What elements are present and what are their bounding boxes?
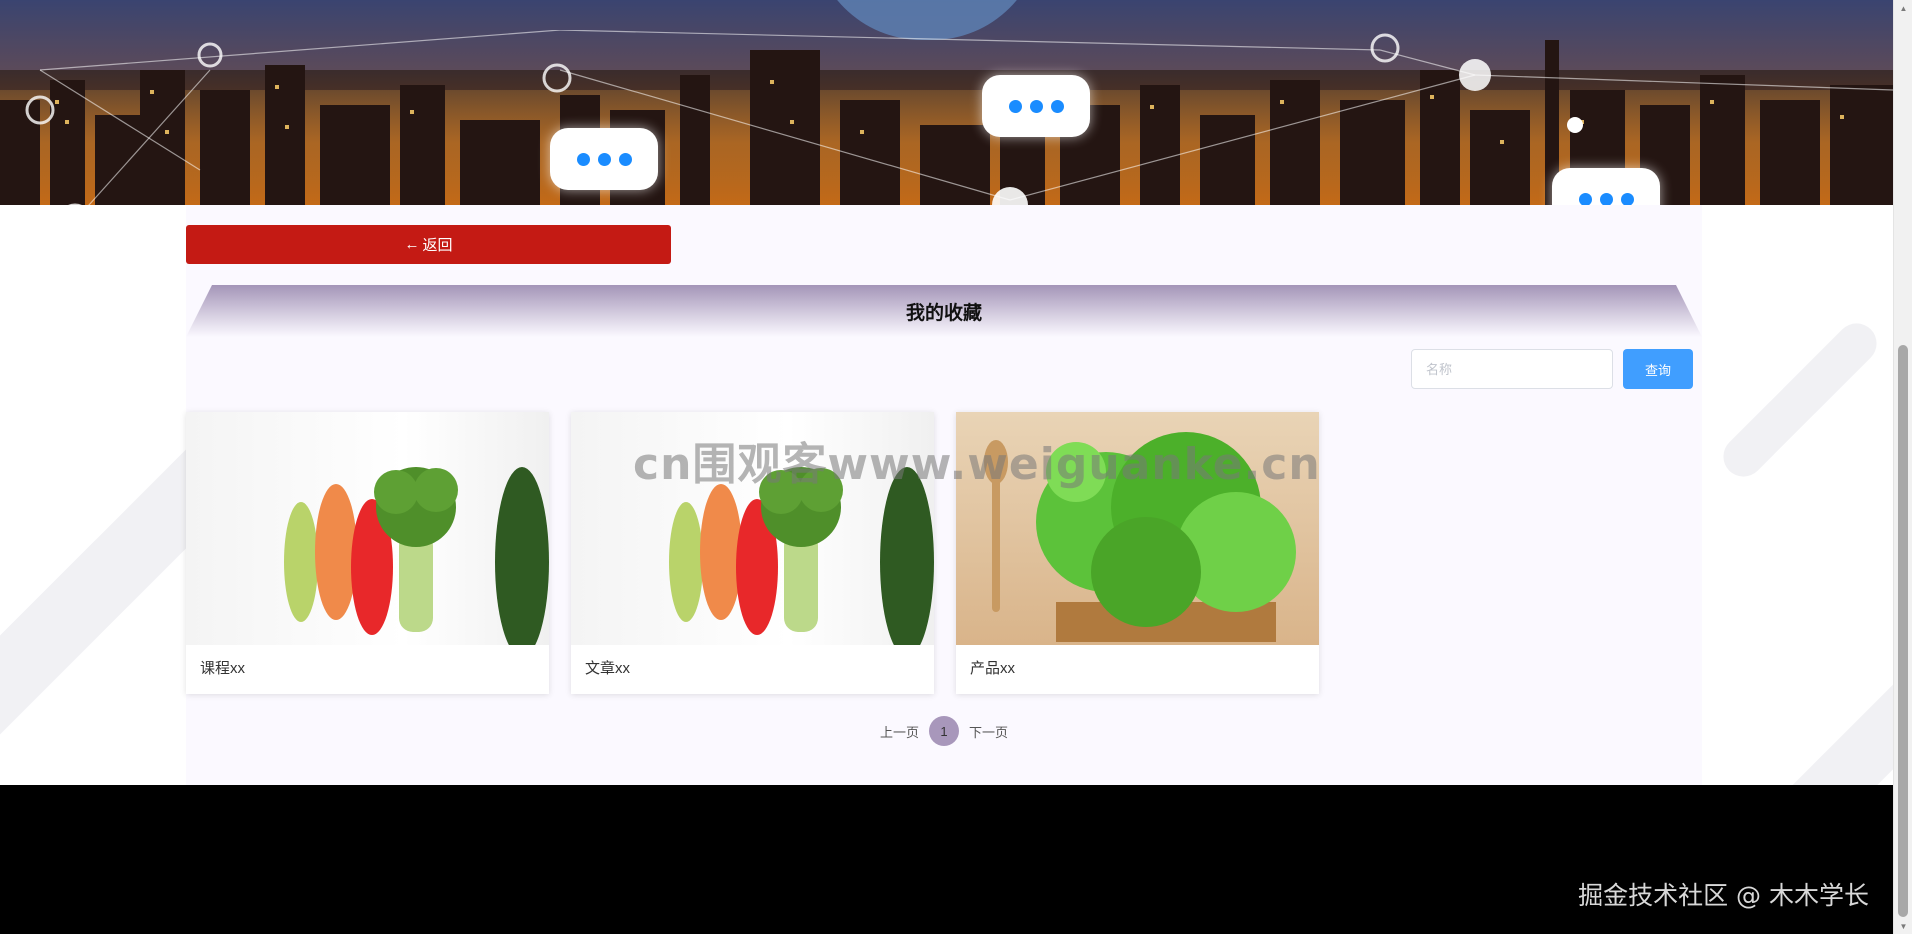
page-viewport: ← 返回 我的收藏 查询 (0, 0, 1893, 934)
background-stripe (1715, 315, 1885, 485)
arrow-left-icon: ← (404, 236, 420, 253)
vertical-scrollbar[interactable]: ▲ ▼ (1893, 0, 1912, 934)
page-title: 我的收藏 (905, 302, 982, 324)
chat-bubble-icon (550, 128, 658, 190)
footer: 掘金技术社区 @ 木木学长 (0, 785, 1893, 934)
favorite-card-title: 产品xx (970, 660, 1016, 677)
pagination: 上一页 1 下一页 (186, 715, 1702, 747)
search-input[interactable] (1411, 349, 1613, 389)
page-number-current[interactable]: 1 (929, 716, 959, 746)
scroll-down-arrow-icon[interactable]: ▼ (1894, 918, 1912, 934)
watermark-text: cn围观客www.weiguanke.cn (633, 439, 1321, 490)
chat-bubble-icon (1552, 168, 1660, 205)
prev-page-link[interactable]: 上一页 (880, 722, 919, 741)
scroll-up-arrow-icon[interactable]: ▲ (1894, 0, 1912, 16)
author-credit: 掘金技术社区 @ 木木学长 (1578, 881, 1869, 910)
hero-banner (0, 0, 1893, 205)
favorites-panel: ← 返回 我的收藏 查询 (186, 205, 1702, 785)
vegetables-image (186, 412, 549, 645)
back-button[interactable]: ← 返回 (186, 225, 671, 264)
section-title-bar: 我的收藏 (186, 285, 1702, 337)
chat-bubble-icon (982, 75, 1090, 137)
scrollbar-thumb[interactable] (1898, 345, 1908, 917)
next-page-link[interactable]: 下一页 (969, 722, 1008, 741)
back-button-label: 返回 (422, 237, 453, 254)
favorite-card-title: 文章xx (585, 660, 631, 677)
favorite-card[interactable]: 课程xx (186, 412, 549, 694)
search-button[interactable]: 查询 (1623, 349, 1693, 389)
favorite-card-title: 课程xx (200, 660, 246, 677)
